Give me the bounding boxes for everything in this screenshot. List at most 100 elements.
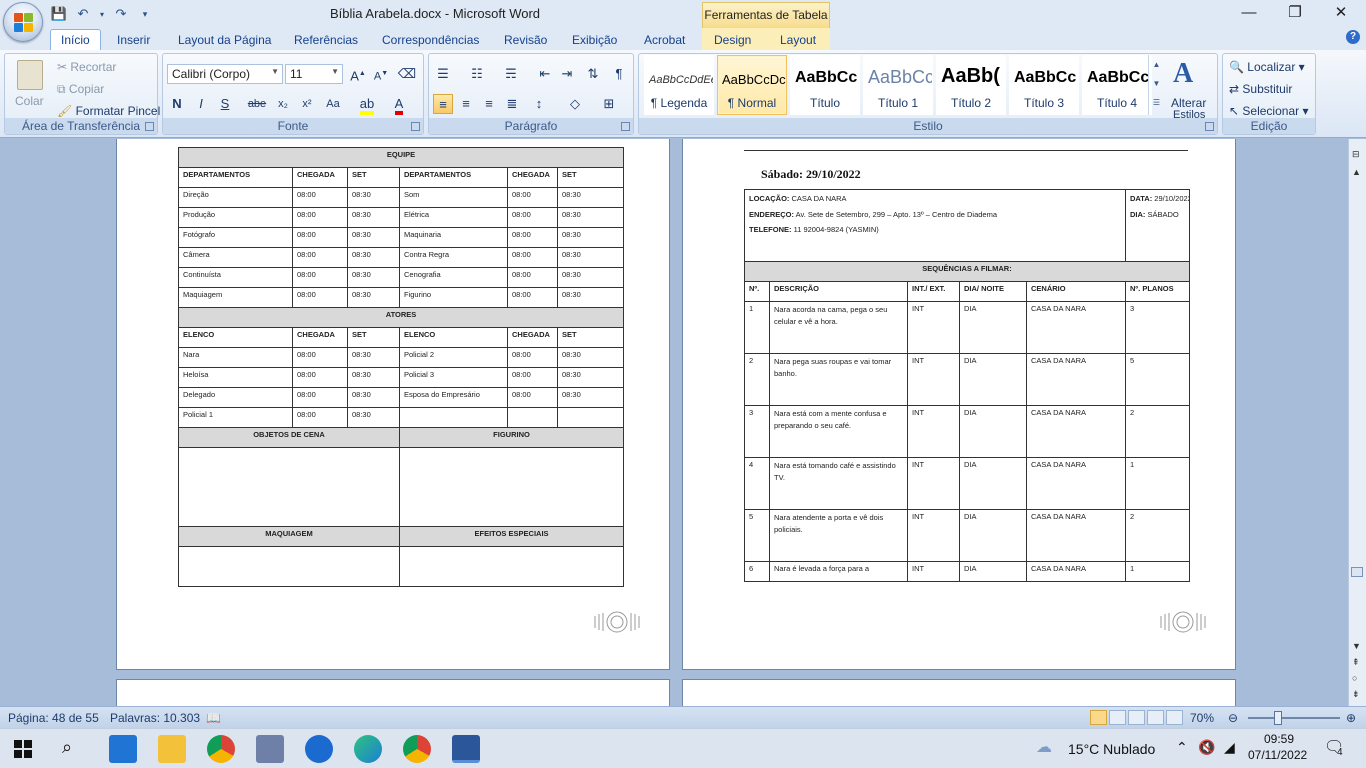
chrome-icon[interactable]: [207, 735, 235, 763]
zoom-slider-thumb[interactable]: [1274, 711, 1282, 725]
weather-text[interactable]: 15°C Nublado: [1068, 741, 1155, 757]
web-layout-view-icon[interactable]: [1128, 710, 1145, 725]
superscript-button[interactable]: x²: [297, 94, 317, 114]
maquiagem-cell[interactable]: [178, 546, 400, 587]
clipboard-launcher-icon[interactable]: [145, 122, 154, 131]
chrome-profile-icon[interactable]: [403, 735, 431, 763]
style-titulo-1[interactable]: AaBbCc Título 1: [863, 55, 933, 115]
network-app-icon[interactable]: [256, 735, 284, 763]
undo-dropdown-icon[interactable]: ▾: [98, 10, 106, 19]
line-spacing-icon[interactable]: ↕: [529, 94, 549, 114]
decrease-indent-icon[interactable]: ⇤: [535, 64, 555, 84]
zoom-level[interactable]: 70%: [1190, 711, 1214, 725]
tab-acrobat[interactable]: Acrobat: [644, 32, 685, 48]
borders-icon[interactable]: ⊞: [599, 94, 619, 114]
tab-inicio[interactable]: Início: [50, 29, 101, 50]
highlight-icon[interactable]: ab: [357, 94, 377, 115]
clock-date[interactable]: 07/11/2022: [1248, 748, 1307, 762]
qat-customize-icon[interactable]: ▾: [136, 9, 154, 20]
tab-inserir[interactable]: Inserir: [117, 32, 150, 48]
font-launcher-icon[interactable]: [411, 122, 420, 131]
styles-scroll[interactable]: ▲ ▼ ☰: [1148, 55, 1164, 115]
justify-icon[interactable]: ≣: [502, 94, 522, 114]
change-styles-icon[interactable]: A: [1173, 58, 1193, 90]
scroll-down-icon[interactable]: ▼: [1352, 641, 1361, 651]
draft-view-icon[interactable]: [1166, 710, 1183, 725]
scroll-thumb[interactable]: [1351, 567, 1363, 577]
change-case-button[interactable]: Aa: [323, 94, 343, 114]
strikethrough-button[interactable]: abe: [247, 94, 267, 114]
grow-font-icon[interactable]: A▲: [348, 64, 368, 84]
font-size-combo[interactable]: 11 ▼: [285, 64, 343, 84]
subscript-button[interactable]: x₂: [273, 94, 293, 114]
paste-button[interactable]: Colar: [15, 94, 44, 108]
shrink-font-icon[interactable]: A▼: [371, 64, 391, 84]
chevron-up-icon[interactable]: ▲: [1149, 55, 1164, 74]
file-explorer-icon[interactable]: [158, 735, 186, 763]
objetos-cell[interactable]: [178, 447, 400, 527]
undo-icon[interactable]: ↶: [74, 6, 92, 22]
office-button[interactable]: [3, 2, 43, 42]
zoom-out-icon[interactable]: ⊖: [1228, 711, 1238, 725]
numbering-icon[interactable]: ☷: [467, 64, 487, 84]
style-legenda[interactable]: AaBbCcDdEe ¶ Legenda: [644, 55, 714, 115]
underline-button[interactable]: S: [215, 94, 235, 114]
ruler-toggle-icon[interactable]: ⊟: [1352, 149, 1360, 160]
word-count[interactable]: Palavras: 10.303: [110, 711, 200, 725]
cut-button[interactable]: ✂ Recortar: [57, 60, 116, 74]
redo-icon[interactable]: ↷: [112, 6, 130, 22]
style-normal[interactable]: AaBbCcDc ¶ Normal: [717, 55, 787, 115]
style-titulo-4[interactable]: AaBbCc Título 4: [1082, 55, 1152, 115]
word-icon[interactable]: [452, 735, 480, 763]
vertical-scrollbar[interactable]: ⊟ ▲ ▼ ⇞ ○ ⇟: [1348, 139, 1366, 706]
proofing-icon[interactable]: 📖: [206, 711, 221, 725]
show-marks-icon[interactable]: ¶: [609, 64, 629, 84]
page-count[interactable]: Página: 48 de 55: [8, 711, 99, 725]
figurino-cell[interactable]: [398, 447, 625, 527]
style-titulo-2[interactable]: AaBb( Título 2: [936, 55, 1006, 115]
tab-correspondencias[interactable]: Correspondências: [382, 32, 479, 48]
styles-launcher-icon[interactable]: [1205, 122, 1214, 131]
browse-object-icon[interactable]: ○: [1352, 673, 1357, 683]
previous-page-icon[interactable]: ⇞: [1352, 657, 1360, 668]
replace-button[interactable]: ⇄ Substituir: [1229, 82, 1292, 96]
windows-start-icon[interactable]: [14, 740, 32, 758]
tab-design[interactable]: Design: [714, 32, 751, 48]
efeitos-cell[interactable]: [398, 546, 625, 587]
paste-icon[interactable]: [17, 60, 43, 90]
save-icon[interactable]: 💾: [50, 6, 68, 22]
tab-revisao[interactable]: Revisão: [504, 32, 547, 48]
find-button[interactable]: 🔍 Localizar ▾: [1229, 60, 1305, 74]
clock-time[interactable]: 09:59: [1264, 732, 1294, 746]
tab-layout-pagina[interactable]: Layout da Página: [178, 32, 271, 48]
format-painter-button[interactable]: 🖌 Formatar Pincel: [57, 104, 160, 118]
increase-indent-icon[interactable]: ⇥: [557, 64, 577, 84]
full-screen-view-icon[interactable]: [1109, 710, 1126, 725]
outline-view-icon[interactable]: [1147, 710, 1164, 725]
scroll-up-icon[interactable]: ▲: [1352, 167, 1361, 177]
more-styles-icon[interactable]: ☰: [1149, 93, 1164, 112]
paragraph-launcher-icon[interactable]: [621, 122, 630, 131]
teamviewer-icon[interactable]: [305, 735, 333, 763]
chevron-up-icon[interactable]: ⌃: [1176, 739, 1188, 756]
font-color-icon[interactable]: A: [389, 94, 409, 115]
style-titulo-3[interactable]: AaBbCc Título 3: [1009, 55, 1079, 115]
select-button[interactable]: ↖ Selecionar ▾: [1229, 104, 1308, 118]
multilevel-list-icon[interactable]: ☴: [501, 64, 521, 84]
tab-referencias[interactable]: Referências: [294, 32, 358, 48]
italic-button[interactable]: I: [191, 94, 211, 114]
align-center-icon[interactable]: ≡: [456, 94, 476, 114]
print-layout-view-icon[interactable]: [1090, 710, 1107, 725]
style-titulo[interactable]: AaBbCc Título: [790, 55, 860, 115]
shading-icon[interactable]: ◇: [565, 94, 585, 114]
close-button[interactable]: ✕: [1318, 0, 1364, 28]
clear-format-icon[interactable]: ⌫: [397, 64, 417, 84]
change-styles-button[interactable]: Alterar: [1171, 96, 1206, 110]
tab-exibicao[interactable]: Exibição: [572, 32, 617, 48]
minimize-button[interactable]: —: [1226, 0, 1272, 28]
mail-icon[interactable]: [109, 735, 137, 763]
next-page-icon[interactable]: ⇟: [1352, 689, 1360, 700]
search-icon[interactable]: ⌕: [62, 737, 72, 758]
sort-icon[interactable]: ⇅: [583, 64, 603, 84]
bullets-icon[interactable]: ☰: [433, 64, 453, 84]
